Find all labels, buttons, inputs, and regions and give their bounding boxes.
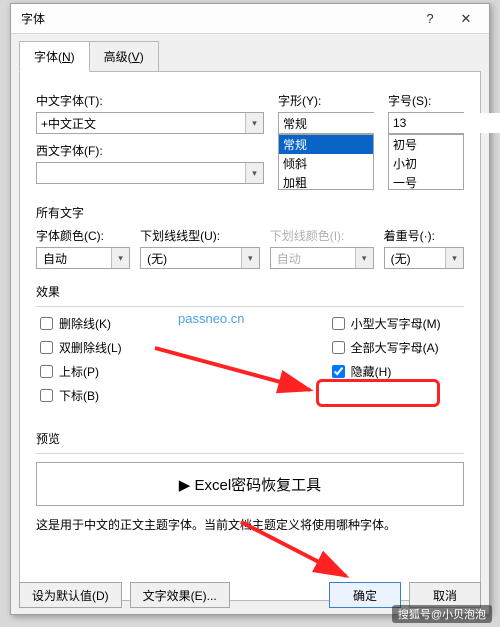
font-size-field[interactable] <box>388 112 464 134</box>
checkbox-smallcaps[interactable]: 小型大写字母(M) <box>332 315 441 332</box>
list-item[interactable]: 倾斜 <box>279 154 373 173</box>
underline-style-combo[interactable]: (无) ▾ <box>140 247 260 269</box>
window-controls: ? ✕ <box>413 7 483 31</box>
list-item[interactable]: 小初 <box>389 154 463 173</box>
checkbox-hidden[interactable]: 隐藏(H) <box>332 363 441 380</box>
underline-color-label: 下划线颜色(I): <box>270 227 374 244</box>
chevron-down-icon[interactable]: ▾ <box>245 163 263 183</box>
font-style-list[interactable]: 常规 倾斜 加粗 <box>278 134 374 190</box>
list-item[interactable]: 常规 <box>279 135 373 154</box>
underline-color-combo: 自动 ▾ <box>270 247 374 269</box>
checkbox-superscript[interactable]: 上标(P) <box>40 363 122 380</box>
font-dialog: 字体 ? ✕ 字体(N) 高级(V) 中文字体(T): ▾ 西文字体(F): ▾ <box>10 3 490 615</box>
dialog-title: 字体 <box>21 10 45 27</box>
list-item[interactable]: 加粗 <box>279 173 373 190</box>
emphasis-combo[interactable]: (无) ▾ <box>384 247 464 269</box>
divider <box>36 453 464 454</box>
checkbox-subscript[interactable]: 下标(B) <box>40 387 122 404</box>
help-button[interactable]: ? <box>413 7 447 31</box>
checkbox-dblstrike[interactable]: 双删除线(L) <box>40 339 122 356</box>
all-text-label: 所有文字 <box>36 204 464 221</box>
effects-label: 效果 <box>36 283 464 300</box>
checkbox-allcaps[interactable]: 全部大写字母(A) <box>332 339 441 356</box>
ok-button[interactable]: 确定 <box>329 582 401 608</box>
titlebar[interactable]: 字体 ? ✕ <box>11 4 489 34</box>
west-font-field[interactable]: ▾ <box>36 162 264 184</box>
font-style-label: 字形(Y): <box>278 92 374 109</box>
checkbox-strike[interactable]: 删除线(K) <box>40 315 122 332</box>
footnote: 这是用于中文的正文主题字体。当前文档主题定义将使用哪种字体。 <box>36 516 464 533</box>
list-item[interactable]: 初号 <box>389 135 463 154</box>
cn-font-label: 中文字体(T): <box>36 92 264 109</box>
close-button[interactable]: ✕ <box>449 7 483 31</box>
text-effects-button[interactable]: 文字效果(E)... <box>130 582 230 608</box>
font-size-input[interactable] <box>389 113 500 133</box>
chevron-down-icon[interactable]: ▾ <box>111 248 129 268</box>
cn-font-input[interactable] <box>37 113 245 133</box>
font-size-label: 字号(S): <box>388 92 464 109</box>
tab-advanced[interactable]: 高级(V) <box>89 41 159 72</box>
preview-box: ▶ Excel密码恢复工具 <box>36 462 464 506</box>
page-watermark: 搜狐号@小贝泡泡 <box>392 605 492 623</box>
cn-font-field[interactable]: ▾ <box>36 112 264 134</box>
west-font-label: 西文字体(F): <box>36 142 264 159</box>
underline-style-label: 下划线线型(U): <box>140 227 260 244</box>
chevron-down-icon: ▾ <box>355 248 373 268</box>
font-style-field[interactable] <box>278 112 374 134</box>
west-font-input[interactable] <box>37 163 245 183</box>
tab-font[interactable]: 字体(N) <box>19 41 90 72</box>
dialog-content: 中文字体(T): ▾ 西文字体(F): ▾ 字形(Y): 常规 倾斜 <box>19 71 481 601</box>
chevron-down-icon[interactable]: ▾ <box>245 113 263 133</box>
list-item[interactable]: 一号 <box>389 173 463 190</box>
divider <box>36 306 464 307</box>
chevron-down-icon[interactable]: ▾ <box>241 248 259 268</box>
font-color-combo[interactable]: 自动 ▾ <box>36 247 130 269</box>
emphasis-label: 着重号(·): <box>384 227 464 244</box>
font-color-label: 字体颜色(C): <box>36 227 130 244</box>
preview-label: 预览 <box>36 430 464 447</box>
chevron-down-icon[interactable]: ▾ <box>445 248 463 268</box>
tabs: 字体(N) 高级(V) <box>19 40 481 71</box>
set-default-button[interactable]: 设为默认值(D) <box>19 582 122 608</box>
watermark-passneo: passneo.cn <box>178 311 245 326</box>
font-size-list[interactable]: 初号 小初 一号 <box>388 134 464 190</box>
